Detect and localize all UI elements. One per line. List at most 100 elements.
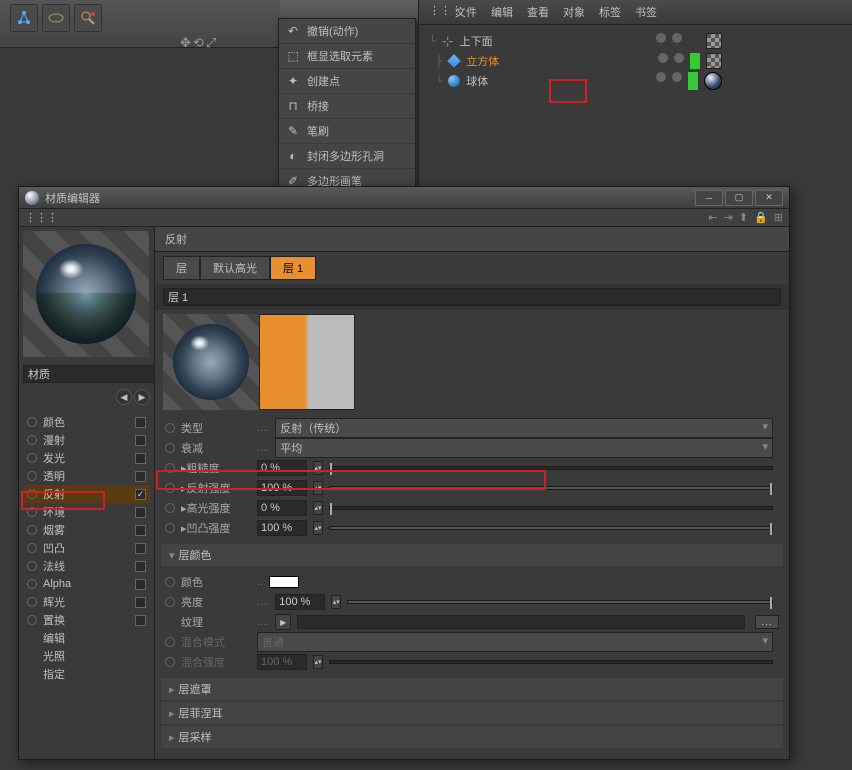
channel-displacement[interactable]: 置换 xyxy=(23,611,150,629)
window-title: 材质编辑器 xyxy=(45,190,100,206)
ctx-createpoint[interactable]: ✦创建点 xyxy=(279,69,415,94)
bumpstr-input[interactable] xyxy=(257,520,307,536)
nav-icon[interactable]: ⇤ xyxy=(708,211,717,224)
type-dropdown[interactable]: 反射（传统） xyxy=(275,418,773,438)
tool-icon-2[interactable] xyxy=(42,4,70,32)
nav-icon[interactable]: ⇥ xyxy=(724,211,733,224)
next-arrow-icon[interactable]: ▶ xyxy=(134,389,150,405)
channel-alpha[interactable]: Alpha xyxy=(23,575,150,593)
channel-editor[interactable]: 编辑 xyxy=(23,629,150,647)
ctx-undo[interactable]: ↶ 撤销(动作) xyxy=(279,19,415,44)
blendstr-input xyxy=(257,654,307,670)
material-preview[interactable] xyxy=(23,231,149,357)
enable-flag[interactable]: ✓ xyxy=(688,72,698,90)
section-header: 反射 xyxy=(155,227,789,252)
texture-tag-icon[interactable] xyxy=(706,53,722,69)
enable-flag[interactable]: ✓ xyxy=(690,53,700,69)
menu-object[interactable]: 对象 xyxy=(563,4,585,20)
maximize-button[interactable]: ▢ xyxy=(725,190,753,206)
texture-browse[interactable]: ... xyxy=(755,615,779,629)
section-sampling[interactable]: ▸层采样 xyxy=(161,726,783,748)
layer-tab-active[interactable]: 层 1 xyxy=(270,256,316,280)
channel-color[interactable]: 颜色 xyxy=(23,413,150,431)
param-brightness[interactable]: 亮度....▴▾ xyxy=(161,592,783,612)
ctx-brush[interactable]: ✎笔刷 xyxy=(279,119,415,144)
pin-icon[interactable]: ⬆ xyxy=(739,211,748,224)
highlight-box xyxy=(21,491,105,510)
obj-row-cube[interactable]: ├ 立方体 ✓ xyxy=(425,51,846,71)
ctx-frame[interactable]: ⬚框显选取元素 xyxy=(279,44,415,69)
color-swatch[interactable] xyxy=(269,576,299,588)
tool-icon-1[interactable] xyxy=(10,4,38,32)
spinner: ▴▾ xyxy=(313,655,323,669)
collapse-icon: ▸ xyxy=(169,683,175,696)
obj-name: 立方体 xyxy=(466,53,526,69)
channel-glow[interactable]: 辉光 xyxy=(23,593,150,611)
menu-tags[interactable]: 标签 xyxy=(599,4,621,20)
vis-flag[interactable] xyxy=(672,72,682,82)
channel-luminance[interactable]: 发光 xyxy=(23,449,150,467)
channel-diffuse[interactable]: 漫射 xyxy=(23,431,150,449)
material-tag-icon[interactable] xyxy=(704,72,722,90)
menu-file[interactable]: 文件 xyxy=(455,4,477,20)
ctx-closehole[interactable]: ◐封闭多边形孔洞 xyxy=(279,144,415,169)
lock-icon[interactable]: 🔒 xyxy=(754,211,768,224)
tool-icon-3[interactable] xyxy=(74,4,102,32)
channel-bump[interactable]: 凹凸 xyxy=(23,539,150,557)
vis-flag[interactable] xyxy=(672,33,682,43)
channel-fog[interactable]: 烟雾 xyxy=(23,521,150,539)
menu-view[interactable]: 查看 xyxy=(527,4,549,20)
menu-edit[interactable]: 编辑 xyxy=(491,4,513,20)
minimize-button[interactable]: ─ xyxy=(695,190,723,206)
specstr-slider[interactable] xyxy=(329,506,773,510)
context-menu: ↶撤销(动作) ⬚框显选取元素 ✦创建点 ⊓桥接 ✎笔刷 ◐封闭多边形孔洞 ✐多… xyxy=(278,18,416,195)
brightness-input[interactable] xyxy=(275,594,325,610)
layer-tab[interactable]: 层 xyxy=(163,256,200,280)
channel-transparency[interactable]: 透明 xyxy=(23,467,150,485)
brightness-slider[interactable] xyxy=(347,600,773,604)
param-color[interactable]: 颜色.. xyxy=(161,572,783,592)
grip-icon: ⋮⋮⋮ xyxy=(429,4,441,20)
param-type[interactable]: 类型....反射（传统） xyxy=(161,418,783,438)
menu-bookmarks[interactable]: 书签 xyxy=(635,4,657,20)
section-fresnel[interactable]: ▸层菲涅耳 xyxy=(161,702,783,724)
texture-tag-icon[interactable] xyxy=(706,33,722,49)
new-icon[interactable]: ⊞ xyxy=(774,211,783,224)
texture-picker-icon[interactable]: ▶ xyxy=(275,614,291,630)
null-icon: ⊹ xyxy=(440,33,456,49)
vis-flag[interactable] xyxy=(656,72,666,82)
closehole-icon: ◐ xyxy=(285,148,301,164)
channel-illumination[interactable]: 光照 xyxy=(23,647,150,665)
vis-flag[interactable] xyxy=(674,53,684,63)
spinner[interactable]: ▴▾ xyxy=(313,501,323,515)
specstr-input[interactable] xyxy=(257,500,307,516)
param-attenuation[interactable]: 衰减....平均 xyxy=(161,438,783,458)
param-specular-strength[interactable]: ▸高光强度▴▾ xyxy=(161,498,783,518)
obj-row-sphere[interactable]: └ 球体 ✓ xyxy=(425,71,846,91)
spinner[interactable]: ▴▾ xyxy=(331,595,341,609)
layer-tab[interactable]: 默认高光 xyxy=(200,256,270,280)
prev-arrow-icon[interactable]: ◀ xyxy=(116,389,132,405)
atten-dropdown[interactable]: 平均 xyxy=(275,438,773,458)
channel-assignment[interactable]: 指定 xyxy=(23,665,150,683)
blendmode-dropdown: 普通 xyxy=(257,632,773,652)
layer-color-header[interactable]: ▾层颜色 xyxy=(161,544,783,566)
section-mask[interactable]: ▸层遮罩 xyxy=(161,678,783,700)
vis-flag[interactable] xyxy=(656,33,666,43)
undo-icon: ↶ xyxy=(285,23,301,39)
titlebar[interactable]: 材质编辑器 ─ ▢ ✕ xyxy=(19,187,789,209)
ctx-bridge[interactable]: ⊓桥接 xyxy=(279,94,415,119)
close-button[interactable]: ✕ xyxy=(755,190,783,206)
texture-field[interactable] xyxy=(297,615,745,629)
obj-row-null[interactable]: └ ⊹ 上下面 xyxy=(425,31,846,51)
ctx-label: 撤销(动作) xyxy=(307,23,358,39)
vis-flag[interactable] xyxy=(658,53,668,63)
layer-name-input[interactable] xyxy=(163,288,781,306)
channel-normal[interactable]: 法线 xyxy=(23,557,150,575)
bumpstr-slider[interactable] xyxy=(329,526,773,530)
param-texture[interactable]: 纹理....▶... xyxy=(161,612,783,632)
spinner[interactable]: ▴▾ xyxy=(313,521,323,535)
ctx-label: 创建点 xyxy=(307,73,340,89)
material-name-input[interactable] xyxy=(23,365,175,383)
param-bump-strength[interactable]: ▸凹凸强度▴▾ xyxy=(161,518,783,538)
